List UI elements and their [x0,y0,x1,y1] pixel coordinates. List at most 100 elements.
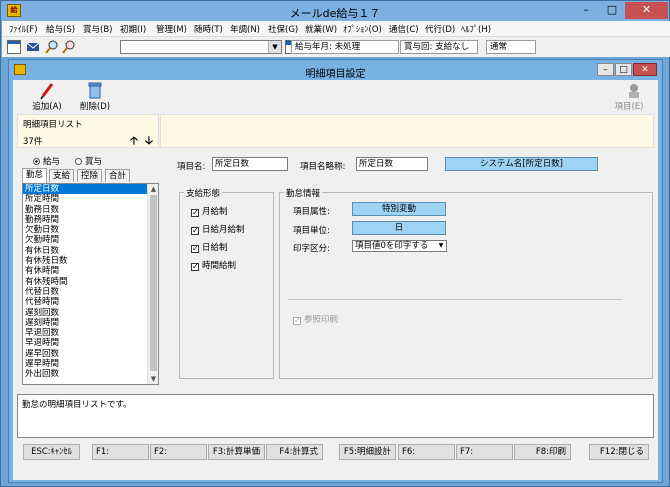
f6-button[interactable]: F6: [398,444,455,460]
radio-pay[interactable]: 給与 [33,155,60,167]
arrow-down-icon[interactable]: 🡣 [145,132,153,151]
attr-label: 項目属性: [293,207,330,217]
status-message-area: 勤怠の明細項目リストです。 [17,394,654,438]
add-button[interactable]: 追加(A) [27,82,67,112]
short-name-input[interactable]: 所定日数 [356,157,428,171]
menu-anytime[interactable]: 随時(T) [194,23,223,35]
chevron-down-icon[interactable]: ▼ [436,241,446,251]
esc-cancel-button[interactable]: ESC:ｷｬﾝｾﾙ [23,444,80,460]
list-item[interactable]: 所定時間 [23,194,158,204]
daily-monthly-label: 日給月給制 [202,225,245,235]
separator-line [288,299,622,300]
monthly-checkbox[interactable]: ✓ 月給制 [191,205,228,217]
unit-value-button[interactable]: 日 [352,221,446,235]
ref-print-checkbox[interactable]: ✓ 参照印刷 [293,313,338,325]
list-item[interactable]: 欠勤日数 [23,225,158,235]
check-icon: ✓ [191,208,199,217]
menu-manage[interactable]: 管理(M) [156,23,187,35]
f12-close-button[interactable]: F12:閉じる [589,444,649,460]
list-item[interactable]: 所定日数 [23,184,158,195]
daily-checkbox[interactable]: ✓ 日給制 [191,241,228,253]
f2-button[interactable]: F2: [150,444,207,460]
tab-total[interactable]: 合計 [105,169,130,182]
scroll-down-icon[interactable]: ▼ [148,374,158,384]
status-message: 勤怠の明細項目リストです。 [22,400,132,410]
list-item[interactable]: 欠勤時間 [23,235,158,245]
maximize-button[interactable]: □ [599,2,625,19]
hourly-checkbox[interactable]: ✓ 時間給制 [191,259,236,271]
zoom-in-icon[interactable] [45,40,59,54]
list-item[interactable]: 遅刻回数 [23,308,158,318]
arrow-up-icon[interactable]: 🡡 [130,132,138,151]
window-client: 追加(A) 削除(D) 項目(E) 明細項目リスト 37件 🡡 🡣 給与 賞与 [13,80,658,480]
list-header: 明細項目リスト 37件 🡡 🡣 [17,114,159,148]
scroll-thumb[interactable] [150,195,157,371]
company-select[interactable]: ▼ [120,40,282,54]
trash-icon [88,82,102,99]
menu-salary[interactable]: 給与(S) [46,23,75,35]
list-item[interactable]: 遅早時間 [23,359,158,369]
f3-calc-price-button[interactable]: F3:計算単価 [208,444,265,460]
attr-value-button[interactable]: 特別変動 [352,202,446,216]
print-select[interactable]: 項目値0を印字する ▼ [352,240,447,252]
menu-bar: ﾌｧｲﾙ(F) 給与(S) 賞与(B) 初期(I) 管理(M) 随時(T) 年調… [2,21,670,37]
list-item[interactable]: 外出回数 [23,369,158,379]
menu-yearend[interactable]: 年調(N) [230,23,260,35]
check-icon: ✓ [191,226,199,235]
zoom-out-icon[interactable] [62,40,76,54]
system-name-button[interactable]: システム名[所定日数] [445,157,598,171]
list-item[interactable]: 有休時間 [23,266,158,276]
menu-bonus[interactable]: 賞与(B) [83,23,112,35]
minimize-button[interactable]: – [573,2,599,19]
list-item[interactable]: 有休残日数 [23,256,158,266]
list-scrollbar[interactable]: ▲ ▼ [147,184,158,384]
chevron-down-icon[interactable]: ▼ [268,41,281,53]
mail-icon[interactable] [26,40,40,54]
f1-button[interactable]: F1: [92,444,149,460]
child-close-button[interactable]: ✕ [633,63,657,76]
close-button[interactable]: ✕ [625,2,668,19]
window-icon[interactable] [7,40,21,54]
list-item[interactable]: 有休日数 [23,246,158,256]
monthly-label: 月給制 [202,207,228,217]
tab-payment[interactable]: 支給 [49,169,74,182]
scroll-up-icon[interactable]: ▲ [148,184,158,194]
f8-print-button[interactable]: F8:印刷 [514,444,571,460]
list-item[interactable]: 遅刻時間 [23,318,158,328]
menu-initial[interactable]: 初期(I) [120,23,146,35]
radio-bonus-label: 賞与 [85,157,103,167]
menu-comm[interactable]: 通信(C) [389,23,419,35]
radio-pay-label: 給与 [43,157,61,167]
bonus-count-display: 賞与回: 支給なし [400,40,478,54]
child-maximize-button[interactable]: □ [615,63,632,76]
menu-help[interactable]: ﾍﾙﾌﾟ(H) [461,23,491,35]
menu-work[interactable]: 就業(W) [305,23,337,35]
list-item[interactable]: 早退時間 [23,338,158,348]
radio-bonus[interactable]: 賞与 [75,155,102,167]
menu-agent[interactable]: 代行(D) [425,23,455,35]
child-minimize-button[interactable]: – [597,63,614,76]
list-item[interactable]: 有休残時間 [23,277,158,287]
tab-attendance[interactable]: 勤怠 [22,168,47,183]
menu-social[interactable]: 社保(G) [268,23,298,35]
list-item[interactable]: 代替時間 [23,297,158,307]
daily-monthly-checkbox[interactable]: ✓ 日給月給制 [191,223,245,235]
item-list[interactable]: 所定日数 所定時間 勤務日数 勤務時間 欠勤日数 欠勤時間 有休日数 有休残日数 有休時間 有休残… [22,183,159,385]
menu-file[interactable]: ﾌｧｲﾙ(F) [9,23,38,35]
item-button[interactable]: 項目(E) [609,82,649,112]
list-item[interactable]: 勤務日数 [23,205,158,215]
f7-button[interactable]: F7: [456,444,513,460]
delete-button[interactable]: 削除(D) [75,82,115,112]
f4-formula-button[interactable]: F4:計算式 [266,444,323,460]
f5-detail-design-button[interactable]: F5:明細設計 [339,444,396,460]
list-item[interactable]: 遅早回数 [23,349,158,359]
tab-deduction[interactable]: 控除 [77,169,102,182]
list-item[interactable]: 勤務時間 [23,215,158,225]
radio-pay-dot [33,158,40,165]
menu-option[interactable]: ｵﾌﾟｼｮﾝ(O) [343,23,382,35]
window-title: 明細項目設定 [305,69,366,80]
item-name-input[interactable]: 所定日数 [212,157,288,171]
app-window: 給 メールde給与１７ – □ ✕ ﾌｧｲﾙ(F) 給与(S) 賞与(B) 初期… [0,0,670,487]
list-item[interactable]: 代替日数 [23,287,158,297]
list-item[interactable]: 早退回数 [23,328,158,338]
